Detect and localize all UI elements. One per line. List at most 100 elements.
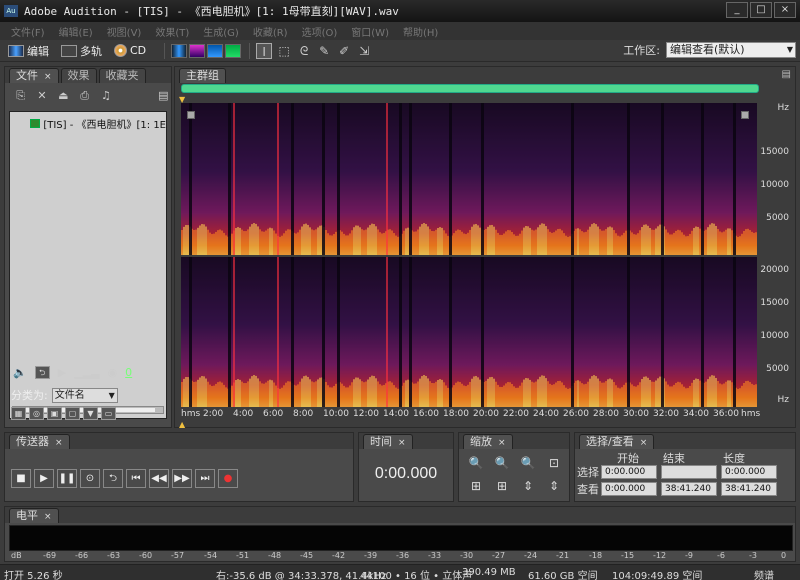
x-tick: 12:00 <box>353 409 379 419</box>
zoom-in-vertical-icon[interactable]: ⇕ <box>519 478 537 495</box>
selection-start-field[interactable]: 0:00.000 <box>601 465 657 479</box>
tab-time[interactable]: 时间 × <box>363 434 413 449</box>
filter-video-icon[interactable]: ▢ <box>65 407 80 420</box>
close-button[interactable]: × <box>774 2 796 18</box>
filter-midi-icon[interactable]: ▣ <box>47 407 62 420</box>
volume-value[interactable]: 0 <box>125 366 132 379</box>
close-icon[interactable]: × <box>55 438 63 448</box>
menu-help[interactable]: 帮助(H) <box>396 24 445 39</box>
view-end-field[interactable]: 38:41.240 <box>661 482 717 496</box>
maximize-button[interactable]: □ <box>750 2 772 18</box>
tab-zoom[interactable]: 缩放 × <box>463 434 513 449</box>
close-icon[interactable]: × <box>44 72 52 82</box>
stop-button[interactable]: ■ <box>11 469 31 488</box>
menu-favorites[interactable]: 收藏(R) <box>246 24 295 39</box>
menu-options[interactable]: 选项(O) <box>295 24 345 39</box>
close-icon[interactable]: × <box>44 512 52 522</box>
close-icon[interactable]: × <box>498 438 506 448</box>
menu-edit[interactable]: 编辑(E) <box>52 24 100 39</box>
auto-play-icon[interactable]: ▤ <box>156 89 171 102</box>
level-tick: -30 <box>460 551 474 560</box>
speaker-icon[interactable]: 🔈 <box>13 366 27 379</box>
time-ruler[interactable]: hms 2:00 4:00 6:00 8:00 10:00 12:00 14:00 16:00 1… <box>181 407 791 421</box>
menu-effects[interactable]: 效果(T) <box>148 24 196 39</box>
tab-effects[interactable]: 效果 <box>60 68 97 83</box>
move-tool-icon[interactable]: ⇲ <box>356 43 372 59</box>
filter-loop-icon[interactable]: ◎ <box>29 407 44 420</box>
fast-forward-button[interactable]: ▶▶ <box>172 469 192 488</box>
y-axis-right: 20000 15000 10000 5000 Hz <box>759 257 793 407</box>
menu-file[interactable]: 文件(F) <box>4 24 52 39</box>
tab-favorites[interactable]: 收藏夹 <box>98 68 146 83</box>
spot-healing-tool-icon[interactable]: ✐ <box>336 43 352 59</box>
selection-row-label: 选择 <box>577 466 599 479</box>
marquee-tool-icon[interactable]: ⬚ <box>276 43 292 59</box>
menu-view[interactable]: 视图(V) <box>100 24 149 39</box>
brush-tool-icon[interactable]: ✎ <box>316 43 332 59</box>
tab-level[interactable]: 电平 × <box>9 508 59 523</box>
open-file-icon[interactable]: ⎘ <box>13 89 28 102</box>
multitrack-view-button[interactable]: 多轨 <box>61 43 102 59</box>
minimize-button[interactable]: _ <box>726 2 748 18</box>
filter-options-icon[interactable]: ▭ <box>101 407 116 420</box>
insert-icon[interactable]: ⎙ <box>77 89 92 102</box>
close-file-icon[interactable]: ✕ <box>34 89 49 102</box>
zoom-out-full-icon[interactable]: 🔍 <box>519 455 537 472</box>
play-button[interactable]: ▶ <box>34 469 54 488</box>
tab-main-group[interactable]: 主群组 <box>179 68 226 83</box>
selection-end-field[interactable] <box>661 465 717 479</box>
view-length-field[interactable]: 38:41.240 <box>721 482 777 496</box>
play-to-end-button[interactable]: ⊙ <box>80 469 100 488</box>
tab-selection-view[interactable]: 选择/查看 × <box>579 434 655 449</box>
lasso-tool-icon[interactable]: ᘓ <box>296 43 312 59</box>
waveform-display-icon[interactable] <box>171 43 188 58</box>
filter-audio-icon[interactable]: ▦ <box>11 407 26 420</box>
pause-button[interactable]: ❚❚ <box>57 469 77 488</box>
spectral-pan-icon[interactable] <box>207 43 224 58</box>
close-icon[interactable]: × <box>398 438 406 448</box>
rewind-button[interactable]: ◀◀ <box>149 469 169 488</box>
play-file-icon[interactable]: ♫ <box>98 89 113 102</box>
tab-transport[interactable]: 传送器 × <box>9 434 70 449</box>
filter-funnel-icon[interactable]: ▼ <box>83 407 98 420</box>
zoom-out-horizontal-icon[interactable]: 🔍 <box>493 455 511 472</box>
menu-generate[interactable]: 生成(G) <box>196 24 246 39</box>
import-icon[interactable]: ⏏ <box>56 89 71 102</box>
go-to-end-button[interactable]: ⏭ <box>195 469 215 488</box>
sort-select[interactable]: 文件名 <box>51 387 118 403</box>
volume-knob-icon[interactable]: ◉ <box>108 366 118 379</box>
start-header: 开始 <box>617 452 639 465</box>
tab-files[interactable]: 文件 × <box>9 68 59 83</box>
play-icon[interactable]: ▶ <box>58 366 66 379</box>
close-icon[interactable]: × <box>640 438 648 448</box>
workspace-select[interactable]: 编辑查看(默认) <box>666 42 796 58</box>
zoom-left-edge-icon[interactable]: ⊞ <box>467 478 485 495</box>
zoom-handle-icon[interactable] <box>187 111 195 119</box>
x-tick: hms <box>741 409 761 419</box>
playhead-marker-icon[interactable]: ▲ <box>179 420 185 429</box>
record-button[interactable]: ● <box>218 469 238 488</box>
spectrogram-right-channel[interactable] <box>181 257 757 407</box>
menu-window[interactable]: 窗口(W) <box>344 24 396 39</box>
loop-icon[interactable]: ⮌ <box>34 365 50 379</box>
spectrogram-left-channel[interactable] <box>181 103 757 255</box>
zoom-out-vertical-icon[interactable]: ⇕ <box>545 478 563 495</box>
time-selection-tool-icon[interactable]: I <box>256 42 273 59</box>
loop-button[interactable]: ⮌ <box>103 469 123 488</box>
overview-bar[interactable] <box>181 84 759 93</box>
zoom-handle-icon[interactable] <box>741 111 749 119</box>
spectral-display-icon[interactable] <box>189 43 206 58</box>
zoom-selection-icon[interactable]: ⊡ <box>545 455 563 472</box>
list-item[interactable]: [TIS] - 《西电胆机》[1: 1E <box>10 112 166 131</box>
spectral-phase-icon[interactable] <box>225 43 242 58</box>
selection-length-field[interactable]: 0:00.000 <box>721 465 777 479</box>
x-tick: 20:00 <box>473 409 499 419</box>
view-start-field[interactable]: 0:00.000 <box>601 482 657 496</box>
zoom-right-edge-icon[interactable]: ⊞ <box>493 478 511 495</box>
volume-bars-icon: ▁▂▃ <box>74 365 100 379</box>
cd-view-button[interactable]: CD <box>114 44 146 57</box>
go-to-start-button[interactable]: ⏮ <box>126 469 146 488</box>
edit-view-button[interactable]: 编辑 <box>8 43 49 59</box>
zoom-in-horizontal-icon[interactable]: 🔍 <box>467 455 485 472</box>
panel-menu-icon[interactable]: ▤ <box>782 69 791 80</box>
